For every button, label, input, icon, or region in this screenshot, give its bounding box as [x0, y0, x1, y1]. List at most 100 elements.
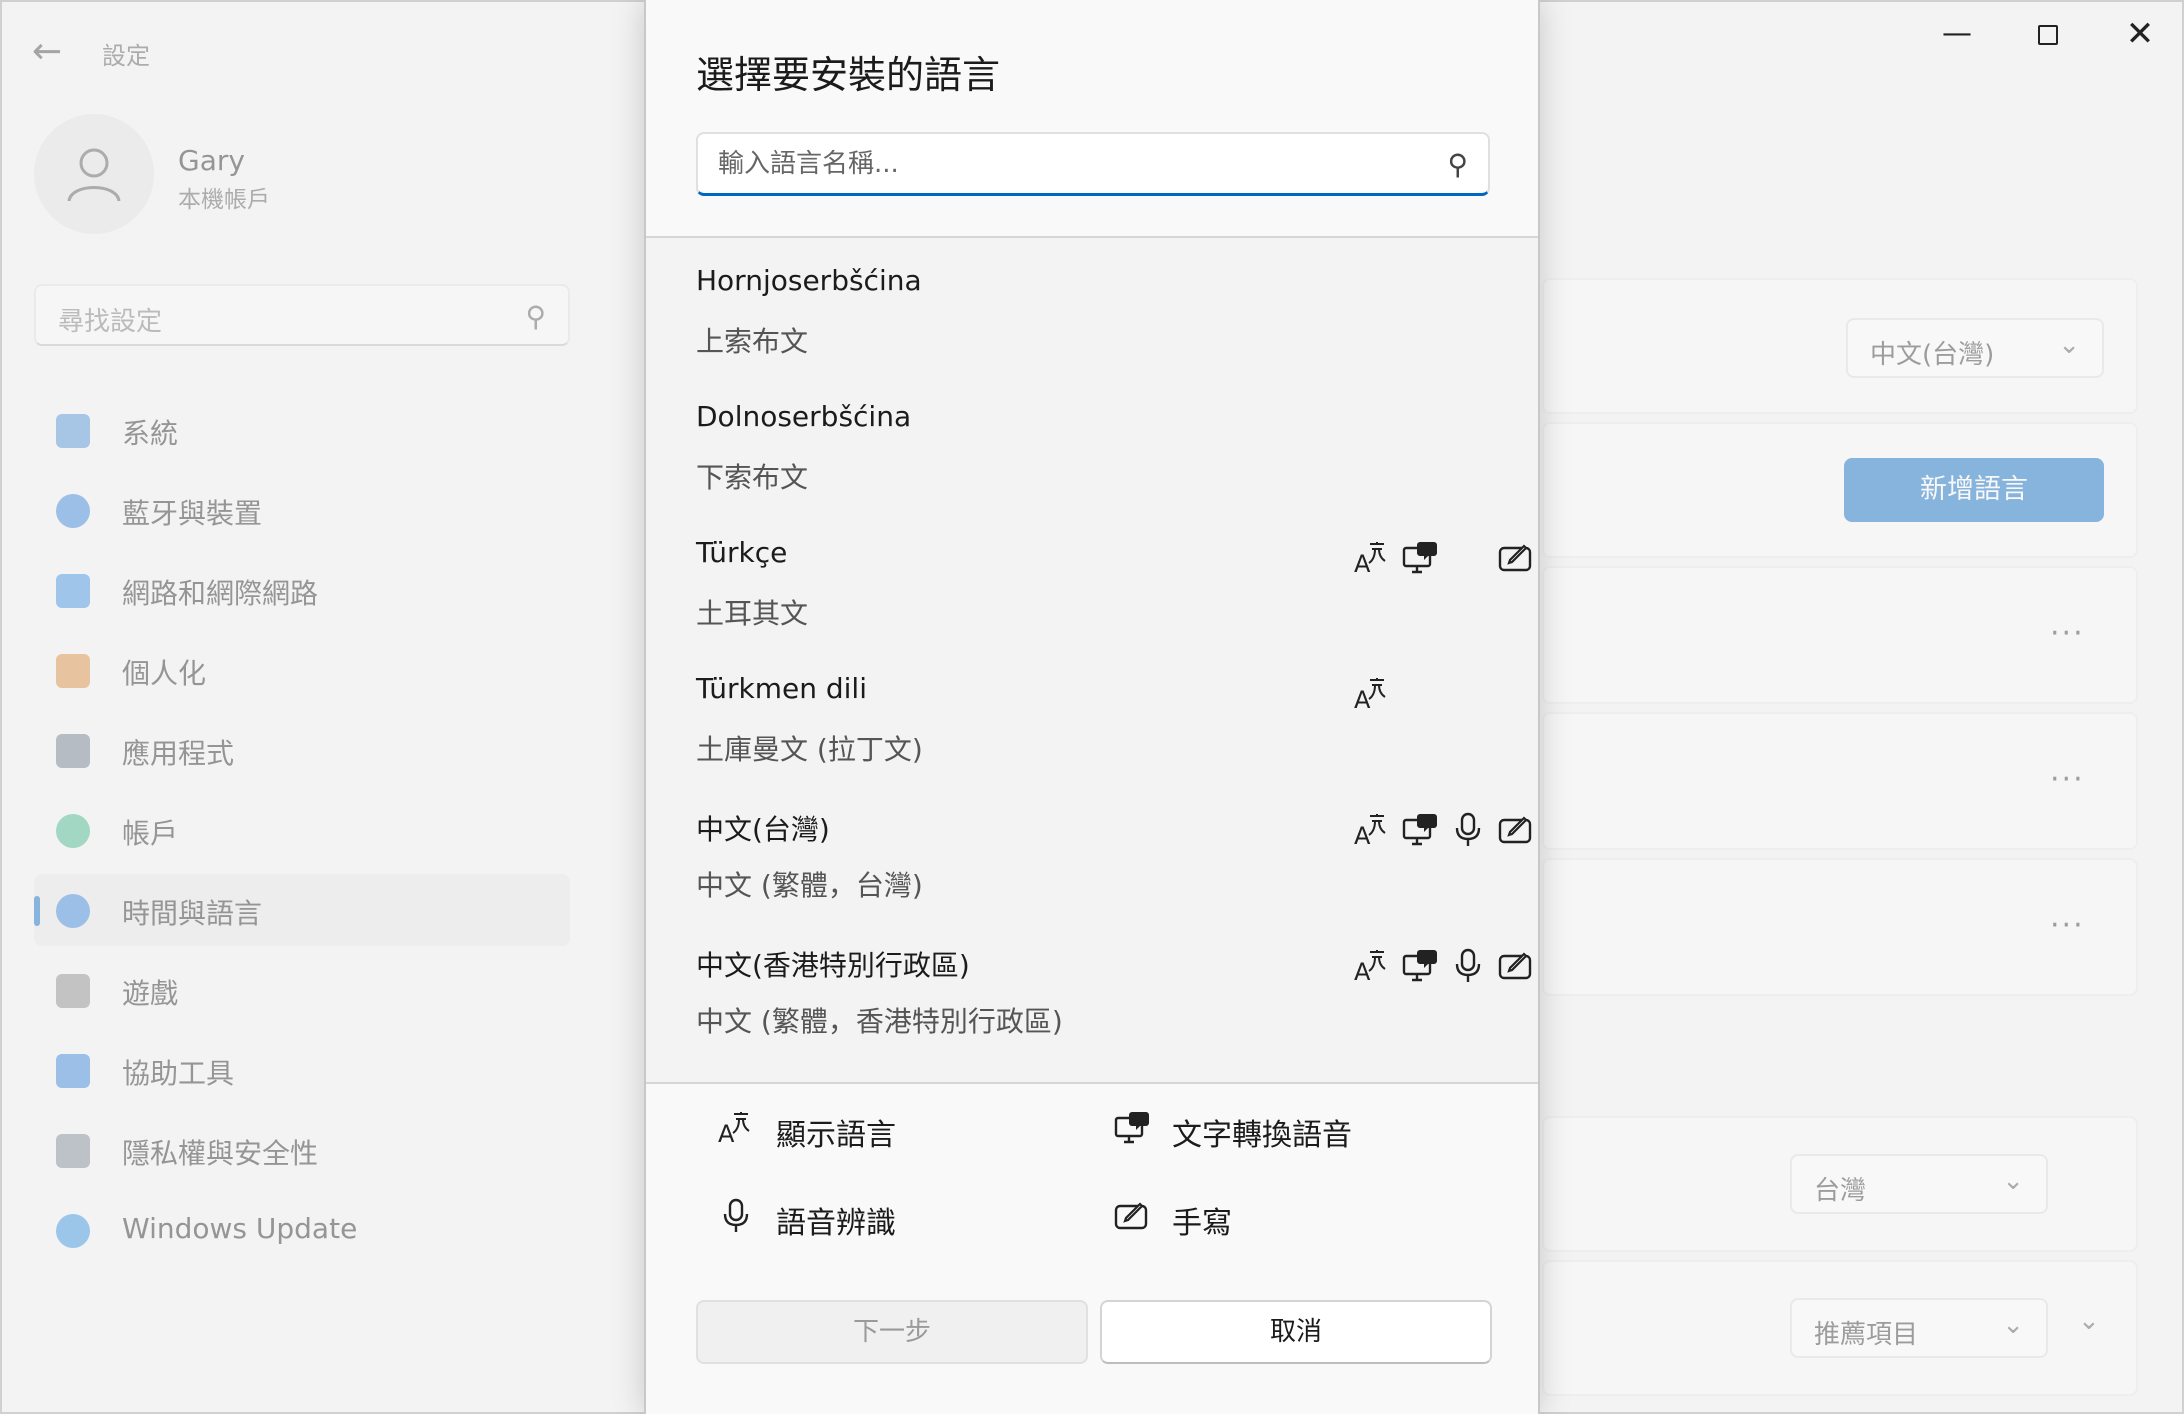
wifi-icon: [56, 574, 90, 608]
back-arrow-icon[interactable]: ←: [32, 32, 72, 72]
language-list-item[interactable]: Türkmen dili 土庫曼文 (拉丁文) A: [696, 650, 1496, 786]
language-list-item[interactable]: Türkçe 土耳其文 A: [696, 514, 1532, 650]
more-options-icon[interactable]: ···: [2050, 616, 2085, 651]
language-search-input[interactable]: [718, 144, 1418, 184]
chevron-down-icon: ⌄: [2002, 1166, 2024, 1196]
sidebar-item[interactable]: Windows Update: [34, 1194, 570, 1266]
language-native-name: Hornjoserbšćina: [696, 264, 922, 297]
language-item-card-1: [1542, 566, 2138, 704]
language-localized-name: 土庫曼文 (拉丁文): [696, 733, 923, 766]
language-list-item[interactable]: 中文(香港特別行政區) 中文 (繁體，香港特別行政區) A: [696, 922, 1532, 1058]
language-list[interactable]: Hornjoserbšćina 上索布文 Dolnoserbšćina 下索布文 Tür…: [646, 238, 1538, 1082]
language-localized-name: 下索布文: [696, 461, 809, 494]
dialog-title: 選擇要安裝的語言: [696, 53, 1001, 97]
language-localized-name: 中文 (繁體，台灣): [696, 869, 923, 902]
divider: [646, 1082, 1538, 1084]
region-dropdown[interactable]: 台灣 ⌄: [1790, 1154, 2048, 1214]
sidebar-item-label: 藍牙與裝置: [122, 497, 263, 530]
regional-format-value: 推薦項目: [1814, 1320, 1919, 1350]
sidebar-item[interactable]: 藍牙與裝置: [34, 474, 570, 546]
language-native-name: Türkmen dili: [696, 672, 867, 705]
sidebar-item-label: 協助工具: [122, 1057, 235, 1090]
sidebar-item[interactable]: 遊戲: [34, 954, 570, 1026]
user-icon: [67, 148, 121, 202]
display-language-value: 中文(台灣): [1870, 340, 1995, 370]
region-value: 台灣: [1814, 1176, 1867, 1206]
more-options-icon[interactable]: ···: [2050, 762, 2085, 797]
system-icon: [56, 414, 90, 448]
more-options-icon[interactable]: ···: [2050, 908, 2085, 943]
region-card: 台灣 ⌄: [1542, 1116, 2138, 1252]
sidebar-item[interactable]: 時間與語言: [34, 874, 570, 946]
legend-handwriting: 手寫: [1112, 1192, 1412, 1242]
display-language-icon: A: [1352, 810, 1392, 850]
microphone-icon: [1448, 946, 1488, 986]
chevron-down-icon: ⌄: [2002, 1310, 2024, 1340]
sidebar-item[interactable]: 應用程式: [34, 714, 570, 786]
time-language-icon: [56, 894, 90, 928]
handwriting-icon: [1114, 1202, 1148, 1230]
language-list-item[interactable]: Dolnoserbšćina 下索布文: [696, 378, 1496, 514]
svg-text:A: A: [718, 1120, 735, 1148]
legend-text-to-speech: 文字轉換語音: [1112, 1104, 1452, 1154]
sidebar-item-label: 時間與語言: [122, 897, 263, 930]
legend-text-to-speech-label: 文字轉換語音: [1172, 1118, 1352, 1153]
search-icon: ⚲: [525, 300, 546, 333]
display-language-icon: A: [1352, 538, 1392, 578]
text-to-speech-icon: [1400, 810, 1440, 850]
language-item-card-3: [1542, 858, 2138, 996]
microphone-icon: [1448, 810, 1488, 850]
settings-search-input[interactable]: 尋找設定 ⚲: [34, 284, 570, 346]
sidebar-item[interactable]: 個人化: [34, 634, 570, 706]
regional-format-dropdown[interactable]: 推薦項目 ⌄: [1790, 1298, 2048, 1358]
language-localized-name: 中文 (繁體，香港特別行政區): [696, 1005, 1063, 1038]
language-item-card-2: [1542, 712, 2138, 850]
legend-display-language: A 顯示語言: [716, 1104, 1016, 1154]
close-icon[interactable]: ✕: [2110, 12, 2170, 56]
account-icon: [56, 814, 90, 848]
sidebar-item[interactable]: 網路和網際網路: [34, 554, 570, 626]
svg-text:A: A: [1354, 686, 1371, 714]
display-language-dropdown[interactable]: 中文(台灣) ⌄: [1846, 318, 2104, 378]
display-language-icon: A: [1352, 674, 1392, 714]
cancel-button[interactable]: 取消: [1100, 1300, 1492, 1364]
update-icon: [56, 1214, 90, 1248]
language-localized-name: 土耳其文: [696, 597, 809, 630]
avatar[interactable]: [34, 114, 154, 234]
bluetooth-icon: [56, 494, 90, 528]
user-name: Gary: [178, 144, 245, 177]
sidebar-item-label: 個人化: [122, 657, 207, 690]
sidebar-item[interactable]: 帳戶: [34, 794, 570, 866]
expand-chevron-icon[interactable]: ⌄: [2078, 1306, 2100, 1336]
sidebar-item[interactable]: 隱私權與安全性: [34, 1114, 570, 1186]
sidebar-item-label: 系統: [122, 417, 179, 450]
minimize-icon[interactable]: —: [1927, 12, 1987, 56]
display-language-card: 中文(台灣) ⌄: [1542, 278, 2138, 414]
sidebar-item-label: 隱私權與安全性: [122, 1137, 319, 1170]
language-localized-name: 上索布文: [696, 325, 809, 358]
text-to-speech-icon: [1400, 538, 1440, 578]
text-to-speech-icon: [1114, 1112, 1149, 1144]
regional-format-card: 推薦項目 ⌄ ⌄: [1542, 1260, 2138, 1396]
sidebar-item-label: 應用程式: [122, 737, 235, 770]
sidebar-item[interactable]: 系統: [34, 394, 570, 466]
choose-language-dialog: 選擇要安裝的語言 ⚲ Hornjoserbšćina 上索布文 Dolnoserbš…: [644, 0, 1540, 1414]
legend-speech-recognition-label: 語音辨識: [776, 1206, 896, 1241]
svg-text:A: A: [1354, 822, 1371, 850]
legend-display-language-label: 顯示語言: [776, 1118, 896, 1153]
account-type: 本機帳戶: [178, 187, 270, 213]
legend-speech-recognition: 語音辨識: [716, 1192, 1016, 1242]
handwriting-icon: [1496, 538, 1536, 578]
language-list-item[interactable]: 中文(台灣) 中文 (繁體，台灣) A: [696, 786, 1532, 922]
shield-icon: [56, 1134, 90, 1168]
chevron-down-icon: ⌄: [2058, 330, 2080, 360]
handwriting-icon: [1496, 810, 1536, 850]
maximize-icon[interactable]: [2018, 12, 2078, 56]
sidebar-item[interactable]: 協助工具: [34, 1034, 570, 1106]
svg-text:A: A: [1354, 550, 1371, 578]
brush-icon: [56, 654, 90, 688]
add-language-button[interactable]: 新增語言: [1844, 458, 2104, 522]
language-list-item[interactable]: Hornjoserbšćina 上索布文: [696, 242, 1496, 378]
next-button[interactable]: 下一步: [696, 1300, 1088, 1364]
display-language-icon: A: [718, 1112, 750, 1148]
